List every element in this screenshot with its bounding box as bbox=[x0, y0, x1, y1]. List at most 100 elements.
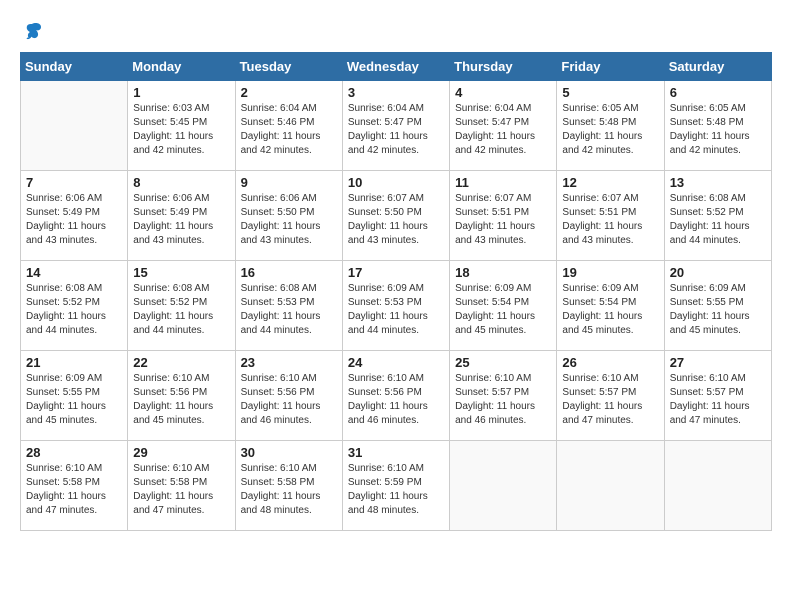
calendar-cell: 26 Sunrise: 6:10 AM Sunset: 5:57 PM Dayli… bbox=[557, 351, 664, 441]
weekday-header-saturday: Saturday bbox=[664, 53, 771, 81]
day-number: 10 bbox=[348, 175, 444, 190]
day-number: 14 bbox=[26, 265, 122, 280]
calendar-week-row: 7 Sunrise: 6:06 AM Sunset: 5:49 PM Daylig… bbox=[21, 171, 772, 261]
day-number: 5 bbox=[562, 85, 658, 100]
day-info: Sunrise: 6:10 AM Sunset: 5:58 PM Dayligh… bbox=[241, 462, 337, 518]
calendar-cell: 15 Sunrise: 6:08 AM Sunset: 5:52 PM Dayli… bbox=[128, 261, 235, 351]
calendar-cell: 19 Sunrise: 6:09 AM Sunset: 5:54 PM Dayli… bbox=[557, 261, 664, 351]
day-number: 26 bbox=[562, 355, 658, 370]
calendar-week-row: 21Sunrise: 6:09 AM Sunset: 5:55 PM Dayli… bbox=[21, 351, 772, 441]
day-info: Sunrise: 6:10 AM Sunset: 5:57 PM Dayligh… bbox=[562, 372, 658, 428]
calendar-cell: 27 Sunrise: 6:10 AM Sunset: 5:57 PM Dayli… bbox=[664, 351, 771, 441]
weekday-header-row: SundayMondayTuesdayWednesdayThursdayFrid… bbox=[21, 53, 772, 81]
calendar-cell: 1 Sunrise: 6:03 AM Sunset: 5:45 PM Daylig… bbox=[128, 81, 235, 171]
day-number: 17 bbox=[348, 265, 444, 280]
day-info: Sunrise: 6:09 AM Sunset: 5:54 PM Dayligh… bbox=[455, 282, 551, 338]
calendar-cell: 28 Sunrise: 6:10 AM Sunset: 5:58 PM Dayli… bbox=[21, 441, 128, 531]
calendar-cell: 30 Sunrise: 6:10 AM Sunset: 5:58 PM Dayli… bbox=[235, 441, 342, 531]
day-info: Sunrise: 6:08 AM Sunset: 5:53 PM Dayligh… bbox=[241, 282, 337, 338]
day-info: Sunrise: 6:03 AM Sunset: 5:45 PM Dayligh… bbox=[133, 102, 229, 158]
day-number: 31 bbox=[348, 445, 444, 460]
calendar-cell: 17Sunrise: 6:09 AM Sunset: 5:53 PM Dayli… bbox=[342, 261, 449, 351]
day-info: Sunrise: 6:10 AM Sunset: 5:56 PM Dayligh… bbox=[241, 372, 337, 428]
day-info: Sunrise: 6:10 AM Sunset: 5:57 PM Dayligh… bbox=[455, 372, 551, 428]
day-info: Sunrise: 6:06 AM Sunset: 5:49 PM Dayligh… bbox=[133, 192, 229, 248]
day-info: Sunrise: 6:05 AM Sunset: 5:48 PM Dayligh… bbox=[562, 102, 658, 158]
day-number: 30 bbox=[241, 445, 337, 460]
calendar-cell: 23 Sunrise: 6:10 AM Sunset: 5:56 PM Dayli… bbox=[235, 351, 342, 441]
day-info: Sunrise: 6:07 AM Sunset: 5:51 PM Dayligh… bbox=[455, 192, 551, 248]
calendar-cell: 14 Sunrise: 6:08 AM Sunset: 5:52 PM Dayli… bbox=[21, 261, 128, 351]
day-number: 20 bbox=[670, 265, 766, 280]
day-number: 24 bbox=[348, 355, 444, 370]
calendar-cell: 9 Sunrise: 6:06 AM Sunset: 5:50 PM Daylig… bbox=[235, 171, 342, 261]
weekday-header-thursday: Thursday bbox=[450, 53, 557, 81]
calendar-cell: 16Sunrise: 6:08 AM Sunset: 5:53 PM Dayli… bbox=[235, 261, 342, 351]
logo bbox=[20, 20, 44, 42]
day-info: Sunrise: 6:08 AM Sunset: 5:52 PM Dayligh… bbox=[26, 282, 122, 338]
calendar-cell: 21Sunrise: 6:09 AM Sunset: 5:55 PM Dayli… bbox=[21, 351, 128, 441]
calendar-cell: 20 Sunrise: 6:09 AM Sunset: 5:55 PM Dayli… bbox=[664, 261, 771, 351]
day-number: 2 bbox=[241, 85, 337, 100]
calendar-cell: 31 Sunrise: 6:10 AM Sunset: 5:59 PM Dayli… bbox=[342, 441, 449, 531]
calendar-cell: 4 Sunrise: 6:04 AM Sunset: 5:47 PM Daylig… bbox=[450, 81, 557, 171]
day-number: 27 bbox=[670, 355, 766, 370]
day-number: 29 bbox=[133, 445, 229, 460]
day-info: Sunrise: 6:08 AM Sunset: 5:52 PM Dayligh… bbox=[670, 192, 766, 248]
calendar-cell bbox=[21, 81, 128, 171]
day-info: Sunrise: 6:10 AM Sunset: 5:56 PM Dayligh… bbox=[348, 372, 444, 428]
day-info: Sunrise: 6:04 AM Sunset: 5:46 PM Dayligh… bbox=[241, 102, 337, 158]
calendar-cell: 8 Sunrise: 6:06 AM Sunset: 5:49 PM Daylig… bbox=[128, 171, 235, 261]
day-number: 18 bbox=[455, 265, 551, 280]
day-info: Sunrise: 6:04 AM Sunset: 5:47 PM Dayligh… bbox=[348, 102, 444, 158]
day-number: 1 bbox=[133, 85, 229, 100]
calendar-cell bbox=[664, 441, 771, 531]
calendar-cell: 7 Sunrise: 6:06 AM Sunset: 5:49 PM Daylig… bbox=[21, 171, 128, 261]
day-info: Sunrise: 6:05 AM Sunset: 5:48 PM Dayligh… bbox=[670, 102, 766, 158]
day-info: Sunrise: 6:10 AM Sunset: 5:59 PM Dayligh… bbox=[348, 462, 444, 518]
day-info: Sunrise: 6:06 AM Sunset: 5:50 PM Dayligh… bbox=[241, 192, 337, 248]
weekday-header-friday: Friday bbox=[557, 53, 664, 81]
day-info: Sunrise: 6:10 AM Sunset: 5:58 PM Dayligh… bbox=[133, 462, 229, 518]
day-info: Sunrise: 6:10 AM Sunset: 5:58 PM Dayligh… bbox=[26, 462, 122, 518]
calendar-cell: 11Sunrise: 6:07 AM Sunset: 5:51 PM Dayli… bbox=[450, 171, 557, 261]
page-header bbox=[20, 20, 772, 42]
day-info: Sunrise: 6:06 AM Sunset: 5:49 PM Dayligh… bbox=[26, 192, 122, 248]
day-info: Sunrise: 6:09 AM Sunset: 5:55 PM Dayligh… bbox=[26, 372, 122, 428]
day-number: 15 bbox=[133, 265, 229, 280]
day-number: 28 bbox=[26, 445, 122, 460]
day-number: 4 bbox=[455, 85, 551, 100]
calendar-cell: 24 Sunrise: 6:10 AM Sunset: 5:56 PM Dayli… bbox=[342, 351, 449, 441]
day-info: Sunrise: 6:10 AM Sunset: 5:57 PM Dayligh… bbox=[670, 372, 766, 428]
logo-bird-icon bbox=[21, 20, 43, 42]
day-number: 19 bbox=[562, 265, 658, 280]
calendar-cell: 12Sunrise: 6:07 AM Sunset: 5:51 PM Dayli… bbox=[557, 171, 664, 261]
calendar-week-row: 1 Sunrise: 6:03 AM Sunset: 5:45 PM Daylig… bbox=[21, 81, 772, 171]
calendar-cell: 22Sunrise: 6:10 AM Sunset: 5:56 PM Dayli… bbox=[128, 351, 235, 441]
day-number: 12 bbox=[562, 175, 658, 190]
day-info: Sunrise: 6:10 AM Sunset: 5:56 PM Dayligh… bbox=[133, 372, 229, 428]
day-number: 7 bbox=[26, 175, 122, 190]
day-info: Sunrise: 6:09 AM Sunset: 5:55 PM Dayligh… bbox=[670, 282, 766, 338]
weekday-header-wednesday: Wednesday bbox=[342, 53, 449, 81]
day-number: 6 bbox=[670, 85, 766, 100]
calendar-cell: 2 Sunrise: 6:04 AM Sunset: 5:46 PM Daylig… bbox=[235, 81, 342, 171]
day-info: Sunrise: 6:08 AM Sunset: 5:52 PM Dayligh… bbox=[133, 282, 229, 338]
day-number: 9 bbox=[241, 175, 337, 190]
calendar-cell: 25Sunrise: 6:10 AM Sunset: 5:57 PM Dayli… bbox=[450, 351, 557, 441]
calendar-cell: 5 Sunrise: 6:05 AM Sunset: 5:48 PM Daylig… bbox=[557, 81, 664, 171]
day-number: 8 bbox=[133, 175, 229, 190]
day-number: 23 bbox=[241, 355, 337, 370]
calendar-cell: 13Sunrise: 6:08 AM Sunset: 5:52 PM Dayli… bbox=[664, 171, 771, 261]
calendar-cell: 3Sunrise: 6:04 AM Sunset: 5:47 PM Daylig… bbox=[342, 81, 449, 171]
weekday-header-tuesday: Tuesday bbox=[235, 53, 342, 81]
day-info: Sunrise: 6:09 AM Sunset: 5:54 PM Dayligh… bbox=[562, 282, 658, 338]
calendar-cell: 29 Sunrise: 6:10 AM Sunset: 5:58 PM Dayli… bbox=[128, 441, 235, 531]
calendar-cell bbox=[557, 441, 664, 531]
day-info: Sunrise: 6:04 AM Sunset: 5:47 PM Dayligh… bbox=[455, 102, 551, 158]
day-info: Sunrise: 6:07 AM Sunset: 5:50 PM Dayligh… bbox=[348, 192, 444, 248]
weekday-header-monday: Monday bbox=[128, 53, 235, 81]
calendar-table: SundayMondayTuesdayWednesdayThursdayFrid… bbox=[20, 52, 772, 531]
calendar-cell: 6 Sunrise: 6:05 AM Sunset: 5:48 PM Daylig… bbox=[664, 81, 771, 171]
calendar-week-row: 14 Sunrise: 6:08 AM Sunset: 5:52 PM Dayli… bbox=[21, 261, 772, 351]
